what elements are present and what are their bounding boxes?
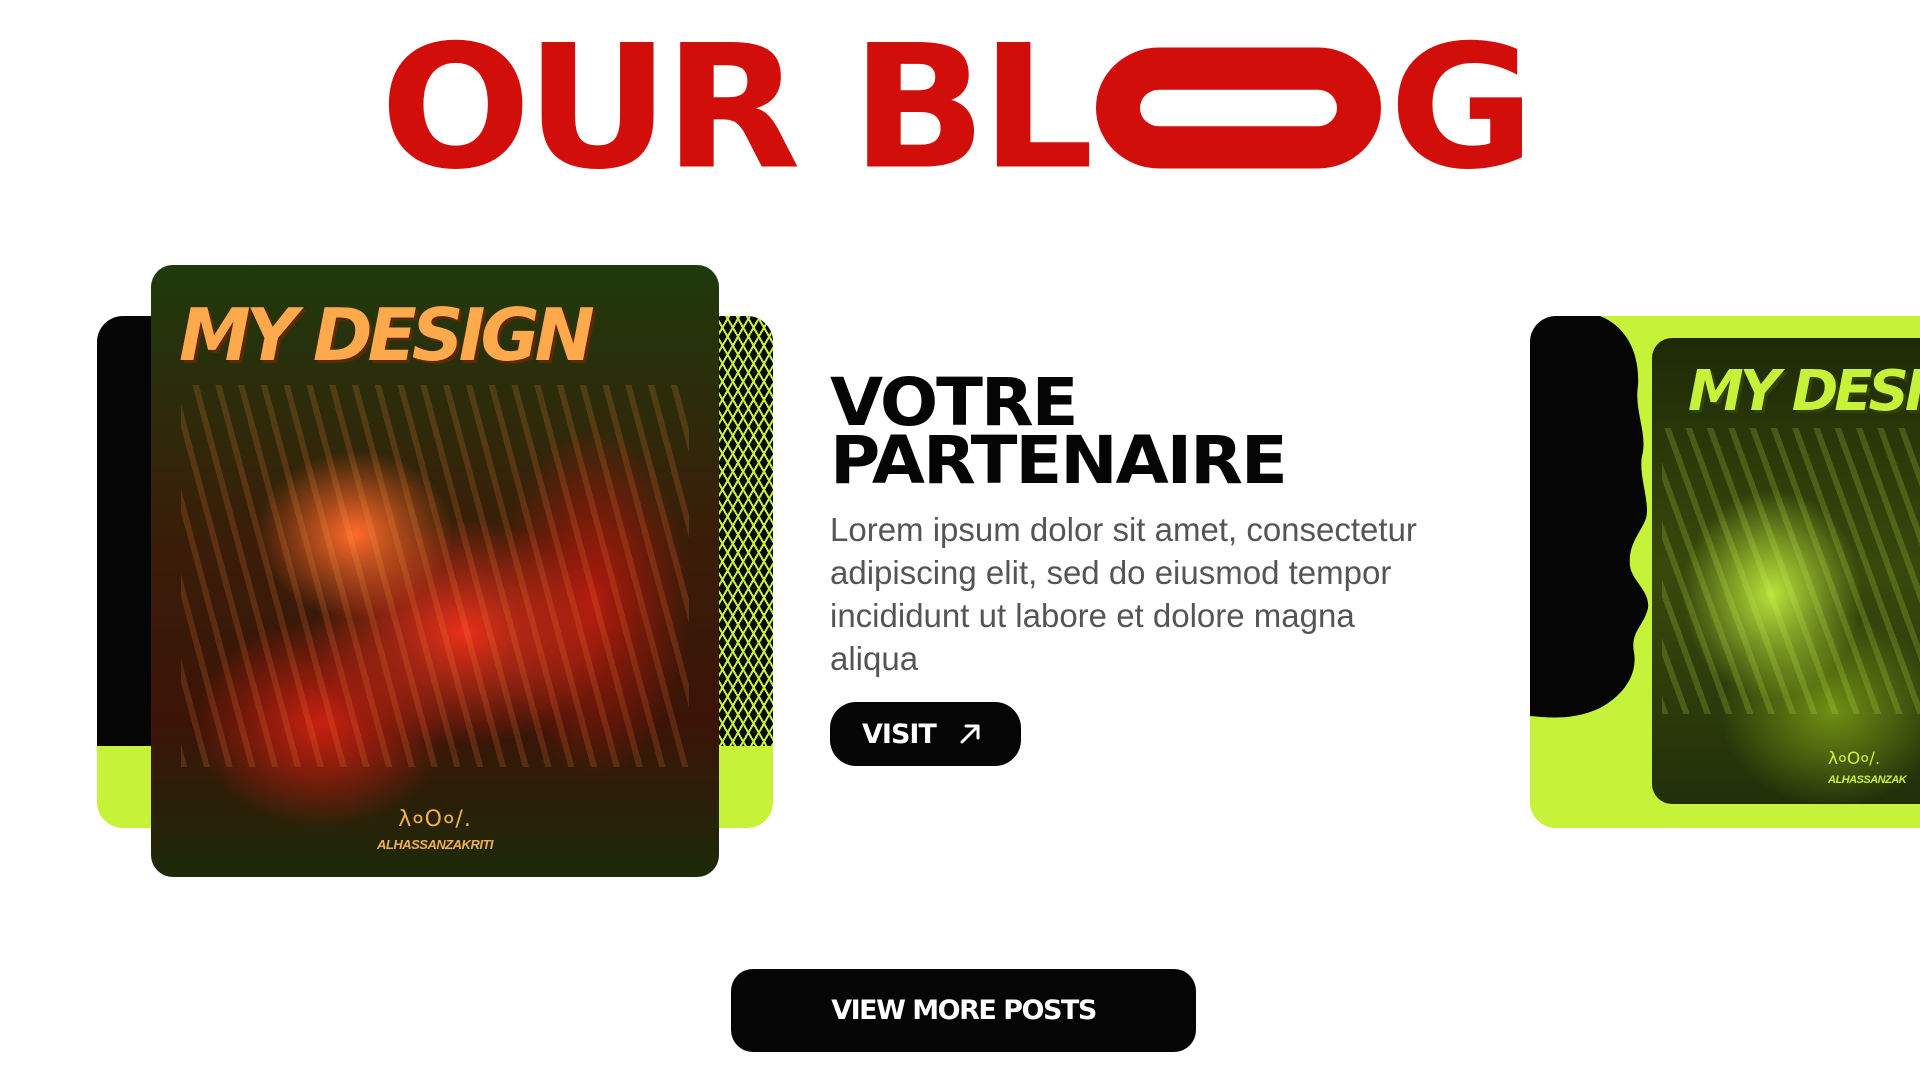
post-title: VOTRE PARTENAIRE (830, 370, 1288, 499)
next-signature-logo: λ०O०/. (1828, 749, 1881, 769)
post-title-line-2: PARTENAIRE (830, 422, 1288, 499)
next-post-image[interactable]: MY DESIG λ०O०/. ALHASSANZAK (1652, 338, 1920, 804)
signature-name: ALHASSANZAKRITI (377, 837, 494, 852)
post-excerpt: Lorem ipsum dolor sit amet, consectetur … (830, 511, 1417, 677)
image-headline: MY DESIGN (179, 293, 595, 377)
signature-logo: λ०O०/. (398, 807, 472, 832)
motion-blur-graphic (1662, 428, 1920, 714)
featured-post-image[interactable]: MY DESIGN λ०O०/. ALHASSANZAKRITI (151, 265, 719, 877)
view-more-posts-button[interactable]: VIEW MORE POSTS (731, 969, 1196, 1052)
visit-button[interactable]: VISIT (830, 702, 1021, 766)
title-text-end: G (1388, 7, 1535, 207)
next-signature-name: ALHASSANZAK (1828, 774, 1907, 786)
page-title: OUR BL G (380, 22, 1535, 193)
visit-button-label: VISIT (862, 718, 937, 750)
title-text-start: OUR BL (380, 7, 1094, 207)
next-image-headline: MY DESIG (1688, 359, 1920, 424)
blog-section: OUR BL G MY DESIGN λ०O०/. ALHASSANZAKRIT… (0, 0, 1920, 1080)
arrow-up-right-icon (958, 722, 982, 746)
view-more-posts-label: VIEW MORE POSTS (831, 995, 1097, 1026)
motion-blur-graphic (181, 385, 689, 767)
title-pill-letter (1095, 47, 1381, 168)
